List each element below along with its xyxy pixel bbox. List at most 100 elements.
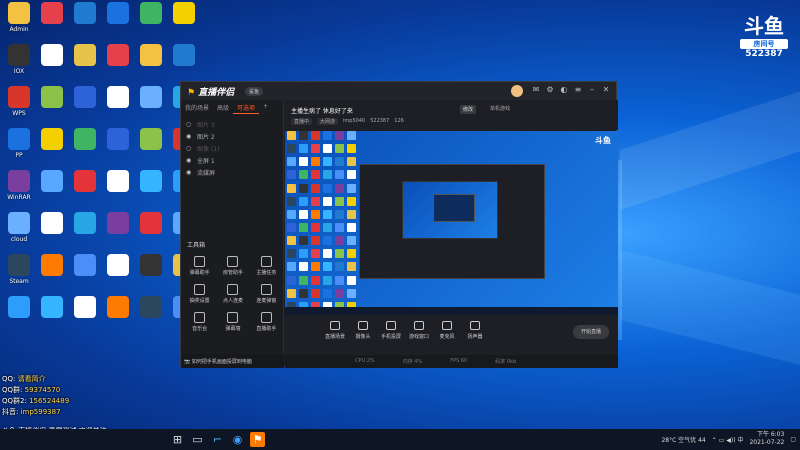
companion-app-icon[interactable]: ⚑	[250, 432, 265, 447]
desktop-icon[interactable]	[136, 128, 166, 168]
avatar[interactable]	[511, 85, 523, 97]
tool-button[interactable]: 连麦弹窗	[250, 284, 283, 304]
tab-advanced[interactable]: 高级	[213, 100, 233, 114]
control-button[interactable]: 游戏窗口	[405, 321, 433, 340]
tool-button[interactable]: 直播助手	[250, 312, 283, 332]
edit-title-button[interactable]: 修改	[460, 105, 477, 114]
desktop-icon[interactable]	[169, 2, 199, 42]
desktop-icon[interactable]	[4, 296, 34, 336]
desktop-icon[interactable]	[103, 254, 133, 294]
tool-icon	[194, 312, 206, 323]
desktop-icon[interactable]	[136, 44, 166, 84]
desktop-icon[interactable]	[169, 44, 199, 84]
tool-button[interactable]: 主播任务	[250, 256, 283, 276]
desktop-icon[interactable]: IOX	[4, 44, 34, 84]
desktop-icon[interactable]: PP	[4, 128, 34, 168]
desktop-icon[interactable]	[37, 296, 67, 336]
desktop-icon[interactable]	[70, 254, 100, 294]
weather[interactable]: 28°C 空气优 44	[661, 435, 705, 444]
control-button[interactable]: 手机投屏	[377, 321, 405, 340]
desktop-icon[interactable]	[37, 2, 67, 42]
desktop-icon[interactable]	[136, 2, 166, 42]
desktop-icon[interactable]	[70, 2, 100, 42]
desktop-icon[interactable]	[136, 170, 166, 210]
source-item[interactable]: ◉ 流媒屏	[181, 166, 283, 178]
tool-button[interactable]: 音乐台	[183, 312, 216, 332]
add-scene-icon[interactable]: +	[259, 100, 272, 114]
start-icon[interactable]: ⊞	[170, 432, 185, 447]
tool-button[interactable]: 弹幕助手	[183, 256, 216, 276]
desktop-icon[interactable]: WPS	[4, 86, 34, 126]
app-icon	[8, 170, 30, 192]
tool-button[interactable]: 点人连麦	[216, 284, 249, 304]
settings-icon[interactable]: ⚙	[545, 85, 555, 94]
message-icon[interactable]: ✉	[531, 85, 541, 94]
source-item[interactable]: ○ 图像 (1)	[181, 142, 283, 154]
edge-icon[interactable]: ◉	[230, 432, 245, 447]
control-button[interactable]: 直播场景	[321, 321, 349, 340]
preview-icon	[323, 236, 332, 246]
desktop-icon[interactable]	[70, 170, 100, 210]
desktop-icon[interactable]	[103, 212, 133, 252]
source-item[interactable]: ◉ 图片 2	[181, 130, 283, 142]
menu-icon[interactable]: ≡	[573, 85, 583, 94]
desktop-icon[interactable]	[37, 254, 67, 294]
desktop-icon[interactable]	[37, 44, 67, 84]
control-button[interactable]: 扬声器	[461, 321, 489, 340]
category-label[interactable]: 单机游戏	[490, 105, 510, 112]
desktop-icon[interactable]	[136, 296, 166, 336]
task-view-icon[interactable]: ▭	[190, 432, 205, 447]
source-item[interactable]: ◉ 全屏 1	[181, 154, 283, 166]
desktop-icon[interactable]	[103, 296, 133, 336]
desktop-icon[interactable]: Admin	[4, 2, 34, 42]
eye-icon[interactable]: ◉	[186, 169, 193, 176]
desktop-icon[interactable]	[37, 128, 67, 168]
control-button[interactable]: 摄像头	[349, 321, 377, 340]
start-live-button[interactable]: 开始直播	[573, 325, 609, 339]
close-icon[interactable]: ✕	[601, 85, 611, 94]
preview-icon	[347, 170, 356, 180]
desktop-icon[interactable]	[103, 86, 133, 126]
desktop-icon[interactable]	[70, 128, 100, 168]
title-bar[interactable]: ⚑ 直播伴侣 鲨鱼 ✉ ⚙ ◐ ≡ – ✕	[181, 82, 616, 100]
help-notice[interactable]: 📷 如何把手机画面投屏到电脑	[181, 354, 284, 368]
tab-my-scenes[interactable]: 我的场景	[181, 100, 213, 114]
tab-options[interactable]: 可选项	[233, 100, 260, 114]
desktop-icon[interactable]	[70, 212, 100, 252]
control-button[interactable]: 麦克风	[433, 321, 461, 340]
tool-button[interactable]: 房管助手	[216, 256, 249, 276]
notification-icon[interactable]: ▢	[790, 436, 796, 443]
eye-icon[interactable]: ◉	[186, 133, 193, 140]
preview-icon	[311, 275, 320, 285]
desktop-icon[interactable]	[37, 170, 67, 210]
desktop-icon[interactable]	[70, 44, 100, 84]
minimize-icon[interactable]: –	[587, 85, 597, 94]
tool-button[interactable]: 抽奖设置	[183, 284, 216, 304]
source-item[interactable]: ○ 图片 3	[181, 118, 283, 130]
tray-icons[interactable]: ⌃ ▭ ◀)) 中	[712, 435, 744, 444]
tool-button[interactable]: 弹幕墙	[216, 312, 249, 332]
desktop-icon[interactable]: Steam	[4, 254, 34, 294]
desktop-icon[interactable]: WinRAR	[4, 170, 34, 210]
desktop-icon[interactable]	[103, 128, 133, 168]
desktop-icon[interactable]	[70, 296, 100, 336]
desktop-icon[interactable]	[136, 212, 166, 252]
desktop-icon[interactable]	[37, 212, 67, 252]
eye-icon[interactable]: ○	[186, 145, 193, 152]
skin-icon[interactable]: ◐	[559, 85, 569, 94]
desktop-icon[interactable]	[70, 86, 100, 126]
desktop-icon[interactable]	[103, 44, 133, 84]
desktop-icon[interactable]	[103, 170, 133, 210]
desktop-icon[interactable]	[103, 2, 133, 42]
preview-icon	[311, 157, 320, 167]
pinned-app-icon[interactable]: ⌐	[210, 432, 225, 447]
desktop-icon[interactable]	[136, 86, 166, 126]
eye-icon[interactable]: ○	[186, 121, 193, 128]
contact-line: QQ群: 59374570	[2, 385, 172, 396]
desktop-icon[interactable]	[37, 86, 67, 126]
desktop-icon[interactable]	[136, 254, 166, 294]
desktop-icon[interactable]: cloud	[4, 212, 34, 252]
preview-icon	[287, 262, 296, 272]
clock[interactable]: 下午 6:03 2021-07-22	[749, 431, 784, 447]
eye-icon[interactable]: ◉	[186, 157, 193, 164]
